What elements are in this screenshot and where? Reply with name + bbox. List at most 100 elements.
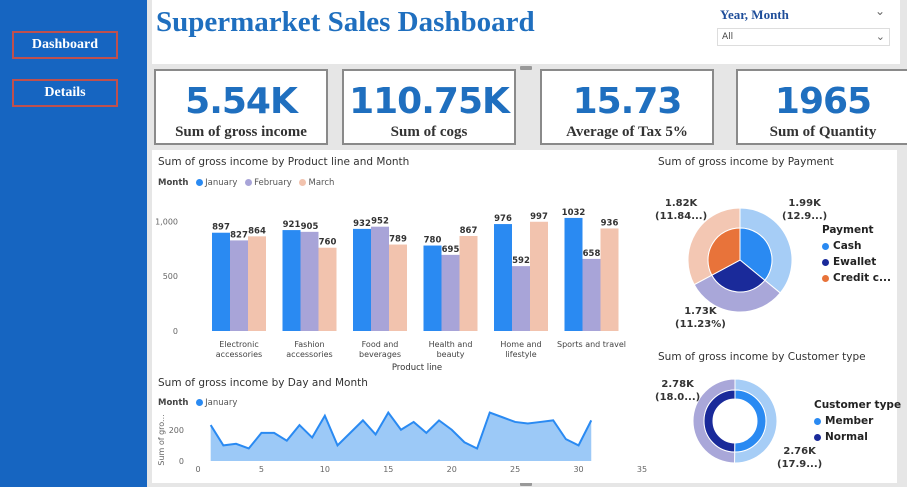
slicer-label: Year, Month bbox=[720, 7, 789, 22]
bar-chart: 05001,000897827 864Electronicaccessories9… bbox=[155, 208, 626, 373]
x-axis-title: Product line bbox=[392, 363, 442, 373]
x-tick-label: 20 bbox=[447, 465, 457, 474]
data-label: 780 bbox=[424, 236, 442, 246]
legend-title: Month bbox=[158, 398, 189, 408]
kpi-card-gross-income: 5.54K Sum of gross income bbox=[154, 69, 328, 145]
x-category-label: beauty bbox=[437, 350, 465, 359]
bar bbox=[441, 254, 460, 331]
bar bbox=[389, 244, 407, 331]
slicer-value: All bbox=[722, 32, 734, 42]
kpi-card-quantity: 1965 Sum of Quantity bbox=[736, 69, 907, 145]
bar-chart-title: Sum of gross income by Product line and … bbox=[158, 156, 410, 168]
bar bbox=[353, 228, 371, 331]
kpi-label: Sum of gross income bbox=[175, 124, 307, 140]
data-label: 789 bbox=[389, 235, 407, 245]
y-tick-label: 200 bbox=[169, 426, 184, 435]
data-label: 905 bbox=[301, 222, 319, 232]
kpi-value: 110.75K bbox=[349, 81, 510, 122]
data-label: 936 bbox=[601, 218, 619, 228]
kpi-label: Sum of Quantity bbox=[769, 124, 877, 140]
data-label: 1.73K (11.23%) bbox=[675, 306, 726, 330]
line-chart-legend: Month January bbox=[158, 398, 237, 408]
data-label: 695 bbox=[442, 245, 460, 255]
customer-donut-chart bbox=[692, 378, 778, 464]
page-title: Supermarket Sales Dashboard bbox=[156, 6, 535, 38]
legend-item-credit-card[interactable]: Credit c... bbox=[822, 272, 891, 284]
data-label: 658 bbox=[583, 249, 601, 259]
data-label: 867 bbox=[460, 226, 478, 236]
resize-handle[interactable] bbox=[520, 66, 532, 70]
y-tick-label: 1,000 bbox=[155, 217, 178, 226]
data-label: 976 bbox=[494, 214, 512, 224]
y-tick-label: 500 bbox=[163, 272, 178, 281]
legend-item-cash[interactable]: Cash bbox=[822, 240, 891, 252]
legend-item-member[interactable]: Member bbox=[814, 415, 901, 427]
legend-swatch bbox=[196, 179, 204, 186]
data-label: 827 bbox=[230, 230, 248, 240]
line-chart: 0 5 10 15 20 25 30 35 0 200Sum of gro... bbox=[157, 410, 647, 474]
legend-swatch bbox=[245, 179, 253, 186]
data-label: 952 bbox=[371, 217, 389, 227]
legend-item-january[interactable]: January bbox=[205, 398, 237, 408]
chevron-down-icon[interactable]: ⌄ bbox=[875, 4, 885, 18]
payment-chart-title: Sum of gross income by Payment bbox=[658, 156, 834, 168]
kpi-value: 5.54K bbox=[185, 81, 298, 122]
bar bbox=[564, 217, 583, 331]
bar-chart-legend: Month January February March bbox=[158, 178, 334, 188]
x-tick-label: 10 bbox=[320, 465, 330, 474]
x-category-label: Home and bbox=[500, 340, 541, 349]
bar bbox=[459, 236, 478, 331]
legend-item-january[interactable]: January bbox=[205, 178, 237, 188]
x-category-label: accessories bbox=[216, 350, 262, 359]
payment-legend: Payment Cash Ewallet Credit c... bbox=[822, 224, 891, 288]
bar bbox=[423, 245, 442, 331]
x-tick-label: 30 bbox=[573, 465, 583, 474]
bar bbox=[530, 221, 548, 331]
x-category-label: Health and bbox=[429, 340, 473, 349]
legend-item-march[interactable]: March bbox=[308, 178, 334, 188]
x-category-label: accessories bbox=[286, 350, 332, 359]
bar bbox=[494, 224, 512, 331]
bar bbox=[282, 230, 301, 331]
line-chart-title: Sum of gross income by Day and Month bbox=[158, 377, 368, 389]
x-tick-label: 5 bbox=[259, 465, 264, 474]
legend-title: Month bbox=[158, 178, 189, 188]
legend-title: Customer type bbox=[814, 399, 902, 411]
bar bbox=[582, 258, 601, 331]
data-label: 1.99K (12.9...) bbox=[782, 198, 828, 222]
y-axis-title: Sum of gro... bbox=[157, 414, 166, 465]
legend-item-normal[interactable]: Normal bbox=[814, 431, 901, 443]
data-label: 592 bbox=[512, 256, 530, 266]
dashboard-nav-button[interactable]: Dashboard bbox=[12, 31, 118, 59]
kpi-label: Sum of cogs bbox=[390, 124, 468, 140]
kpi-label: Average of Tax 5% bbox=[566, 124, 688, 140]
x-tick-label: 15 bbox=[383, 465, 393, 474]
data-label: 897 bbox=[212, 223, 230, 233]
x-tick-label: 0 bbox=[195, 465, 200, 474]
area-fill bbox=[210, 412, 592, 461]
sidebar: Dashboard Details bbox=[0, 0, 147, 487]
kpi-value: 15.73 bbox=[572, 81, 683, 122]
data-label: 760 bbox=[319, 238, 337, 248]
kpi-value: 1965 bbox=[774, 81, 872, 122]
data-label: 921 bbox=[283, 220, 301, 230]
data-label: 2.76K (17.9...) bbox=[777, 446, 823, 470]
legend-swatch bbox=[299, 179, 307, 186]
x-category-label: beverages bbox=[359, 350, 401, 359]
kpi-card-tax: 15.73 Average of Tax 5% bbox=[540, 69, 714, 145]
x-category-label: Food and bbox=[362, 340, 399, 349]
year-month-slicer[interactable]: All ⌄ bbox=[717, 28, 890, 46]
bar bbox=[230, 240, 248, 331]
bar bbox=[512, 266, 530, 331]
chevron-down-icon: ⌄ bbox=[875, 30, 885, 43]
data-label: 2.78K (18.0...) bbox=[655, 379, 701, 403]
legend-title: Payment bbox=[822, 224, 874, 236]
y-tick-label: 0 bbox=[179, 457, 184, 466]
legend-item-ewallet[interactable]: Ewallet bbox=[822, 256, 891, 268]
x-category-label: Electronic bbox=[219, 340, 258, 349]
details-nav-button[interactable]: Details bbox=[12, 79, 118, 107]
legend-item-february[interactable]: February bbox=[254, 178, 292, 188]
customer-chart-title: Sum of gross income by Customer type bbox=[658, 351, 866, 363]
bar bbox=[318, 247, 337, 331]
x-tick-label: 35 bbox=[637, 465, 647, 474]
